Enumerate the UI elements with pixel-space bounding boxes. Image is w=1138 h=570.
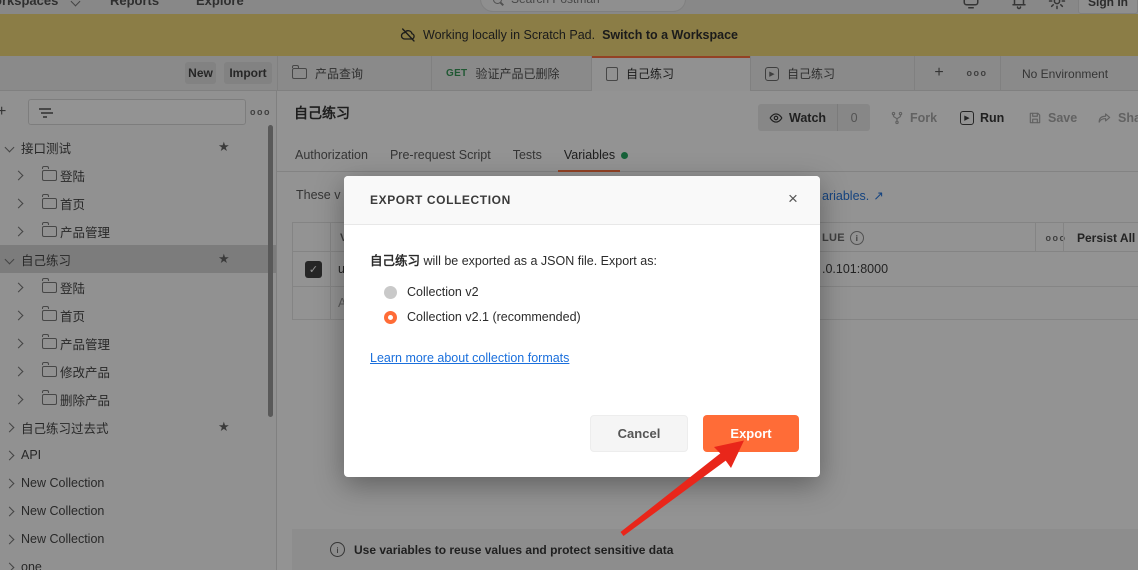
collection-formats-link[interactable]: Learn more about collection formats — [370, 351, 569, 365]
collection-name: 自己练习 — [370, 254, 421, 268]
radio-collection-v21[interactable]: Collection v2.1 (recommended) — [384, 310, 581, 324]
radio-selected-icon[interactable] — [384, 310, 397, 324]
close-icon[interactable]: × — [782, 188, 804, 210]
postman-app: Workspaces Reports Explore Sign In Worki… — [0, 0, 1138, 570]
radio-unselected-icon[interactable] — [384, 285, 397, 299]
cancel-button[interactable]: Cancel — [590, 415, 688, 452]
modal-message: 自己练习 will be exported as a JSON file. Ex… — [370, 254, 657, 268]
radio-collection-v2[interactable]: Collection v2 — [384, 285, 479, 299]
export-button[interactable]: Export — [703, 415, 799, 452]
modal-title: EXPORT COLLECTION — [370, 193, 511, 207]
export-collection-modal: EXPORT COLLECTION × 自己练习 will be exporte… — [344, 176, 820, 477]
